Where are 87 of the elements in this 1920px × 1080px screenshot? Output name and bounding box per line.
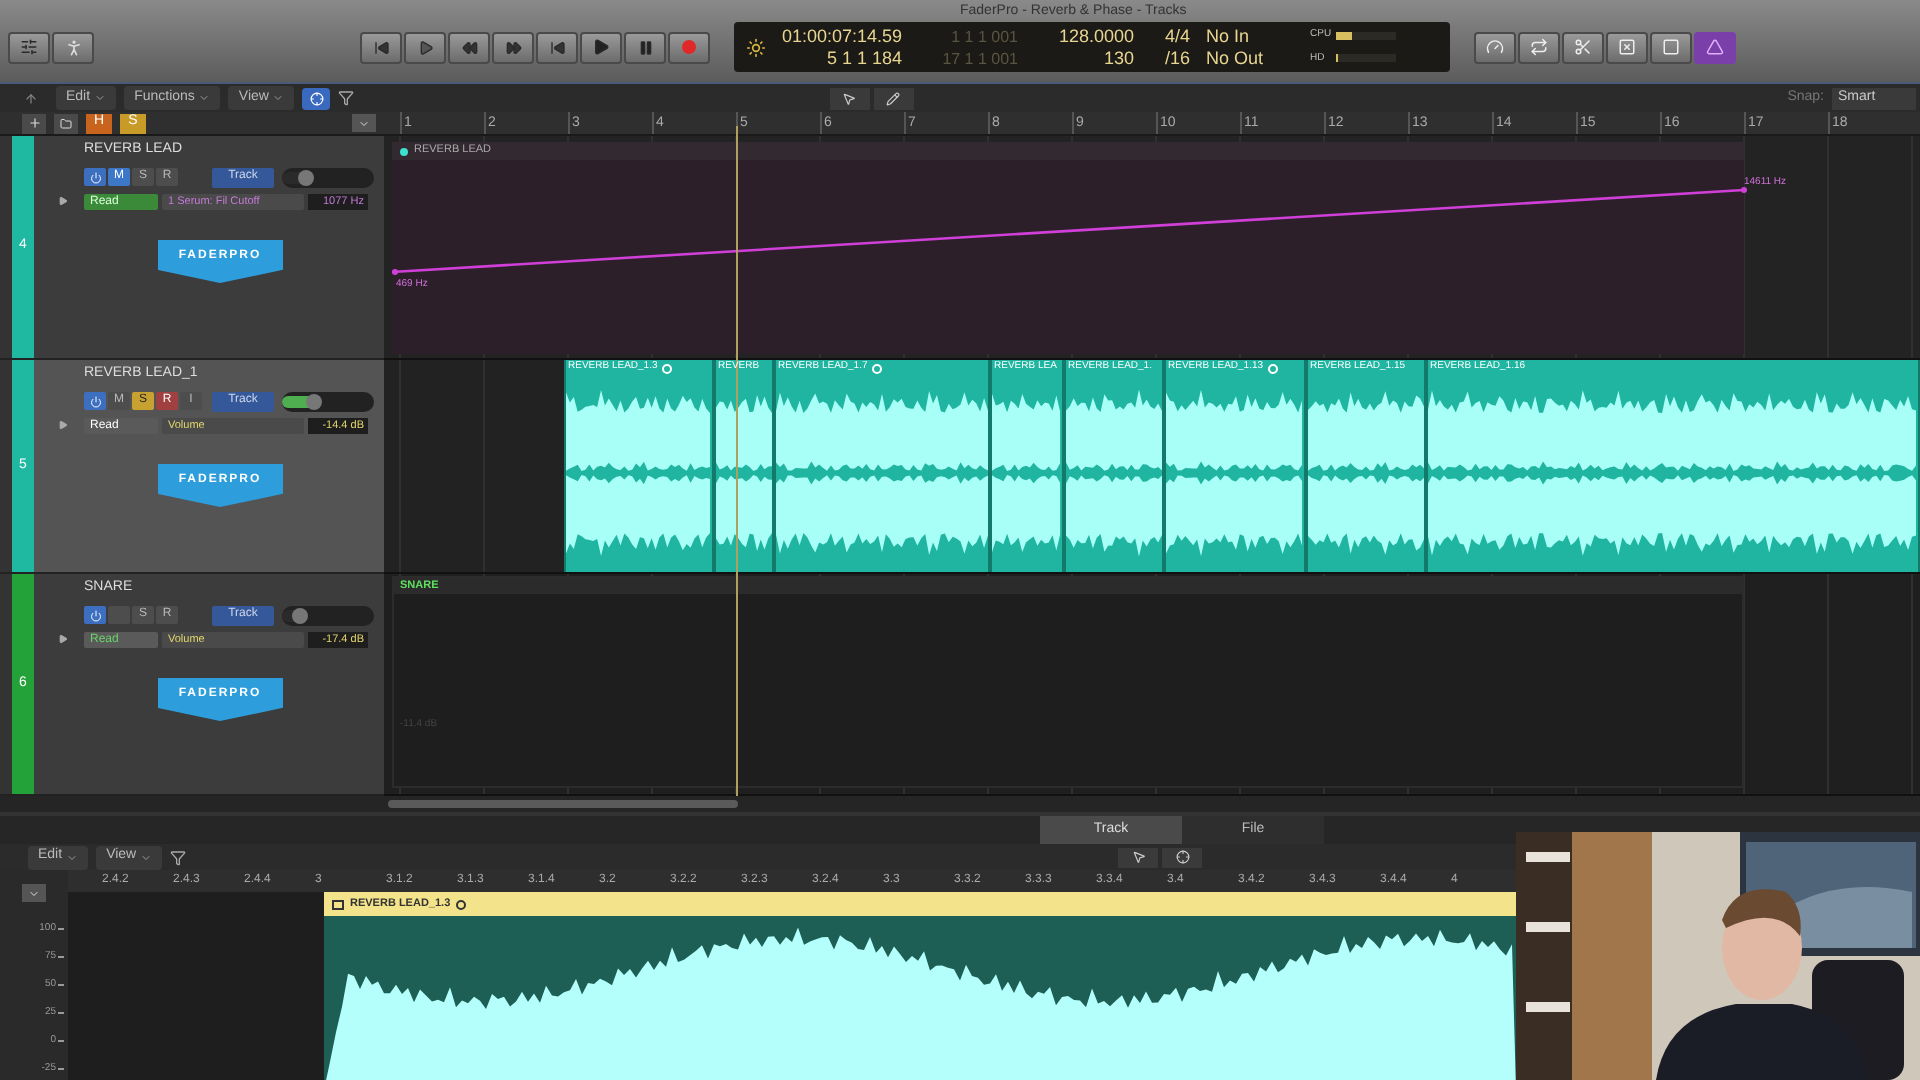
lcd-division: /16: [1164, 47, 1190, 69]
power-button[interactable]: [84, 606, 106, 624]
volume-slider[interactable]: [282, 167, 374, 187]
crosshair-icon: [1175, 850, 1190, 864]
lcd-time: 01:00:07:14.59: [781, 25, 902, 47]
region-play-icon: [332, 899, 344, 909]
square-x-icon: [1618, 38, 1636, 56]
pencil-icon: [886, 91, 901, 105]
play-from-selection-button[interactable]: [404, 31, 446, 63]
power-button[interactable]: [84, 392, 106, 410]
disclosure-triangle-icon[interactable]: [58, 196, 68, 206]
pointer-tool-button[interactable]: [829, 87, 870, 109]
folder-icon: [60, 117, 72, 129]
replace-button[interactable]: [1562, 31, 1604, 63]
play-button[interactable]: [580, 31, 622, 63]
record-button[interactable]: [668, 31, 710, 63]
lcd-tempo: 128.0000: [1058, 25, 1134, 47]
output-status-text: No Out: [1206, 47, 1266, 69]
lcd-tempo: 130: [1103, 47, 1134, 69]
caret-icon: [140, 851, 153, 863]
crosshair-icon: [309, 91, 324, 105]
loop-icon: [1267, 363, 1278, 373]
gauge-button[interactable]: [1474, 31, 1516, 63]
skip-back-icon: [549, 39, 565, 55]
caret-icon: [94, 92, 107, 104]
square-icon: [1662, 38, 1680, 56]
go-to-start-button[interactable]: [536, 31, 578, 63]
caret-icon: [272, 92, 285, 104]
slider-knob[interactable]: [297, 169, 313, 185]
pointer-icon: [842, 91, 857, 105]
caret-icon: [198, 92, 211, 104]
chevron-down-icon: [358, 117, 370, 129]
scrollbar-thumb[interactable]: [388, 800, 738, 808]
pause-icon: [637, 39, 653, 55]
volume-slider[interactable]: [282, 605, 374, 625]
lcd-signature: 4/4: [1164, 25, 1190, 47]
pointer-tool-button[interactable]: [1118, 847, 1159, 867]
loop-icon: [661, 363, 672, 373]
filter-icon: [170, 849, 187, 865]
sun-icon: [746, 37, 766, 57]
disclosure-triangle-icon[interactable]: [58, 420, 68, 430]
rewind-button[interactable]: [448, 31, 490, 63]
input-status-text: No In: [1206, 25, 1252, 47]
folder-button[interactable]: [54, 113, 78, 133]
mixer-button[interactable]: [8, 31, 50, 63]
triangle-icon: [1706, 38, 1724, 56]
fast-forward-icon: [505, 39, 521, 55]
filter-icon: [338, 90, 355, 106]
volume-slider[interactable]: [282, 391, 374, 411]
power-button[interactable]: [84, 168, 106, 186]
plus-icon: [27, 116, 41, 130]
play-icon: [417, 39, 433, 55]
crosshair-tool-button[interactable]: [1162, 847, 1203, 867]
square-button[interactable]: [1650, 31, 1692, 63]
skip-back-icon: [373, 39, 389, 55]
mixer-icon: [20, 38, 38, 56]
close-box-button[interactable]: [1606, 31, 1648, 63]
disclosure-triangle-icon[interactable]: [58, 634, 68, 644]
rewind-icon: [461, 39, 477, 55]
cycle-button[interactable]: [1518, 31, 1560, 63]
figure-icon: [63, 37, 83, 57]
power-icon: [89, 171, 101, 183]
pencil-tool-button[interactable]: [873, 87, 914, 109]
up-arrow-icon[interactable]: [24, 91, 38, 105]
scissors-icon: [1574, 38, 1592, 56]
play-icon: [592, 38, 610, 56]
fast-forward-button[interactable]: [492, 31, 534, 63]
lcd-locator: 17 1 1 001: [942, 47, 1018, 69]
record-icon: [682, 40, 696, 54]
power-icon: [89, 395, 101, 407]
slider-knob[interactable]: [306, 393, 323, 409]
slider-knob[interactable]: [292, 607, 309, 623]
lcd-bars: 5 1 1 184: [826, 47, 902, 69]
power-icon: [89, 609, 101, 621]
metronome-button[interactable]: [1694, 31, 1736, 63]
skip-back-button[interactable]: [360, 31, 402, 63]
catch-button[interactable]: [302, 87, 331, 109]
chevron-down-icon: [28, 887, 40, 899]
pointer-icon: [1131, 850, 1146, 864]
loop-icon: [871, 363, 882, 373]
loop-icon: [456, 899, 467, 909]
gauge-icon: [1486, 38, 1504, 56]
lcd-locator: 1 1 1 001: [951, 25, 1018, 47]
figure-button[interactable]: [52, 31, 94, 63]
pause-button[interactable]: [624, 31, 666, 63]
repeat-icon: [1530, 38, 1548, 56]
caret-icon: [66, 851, 79, 863]
